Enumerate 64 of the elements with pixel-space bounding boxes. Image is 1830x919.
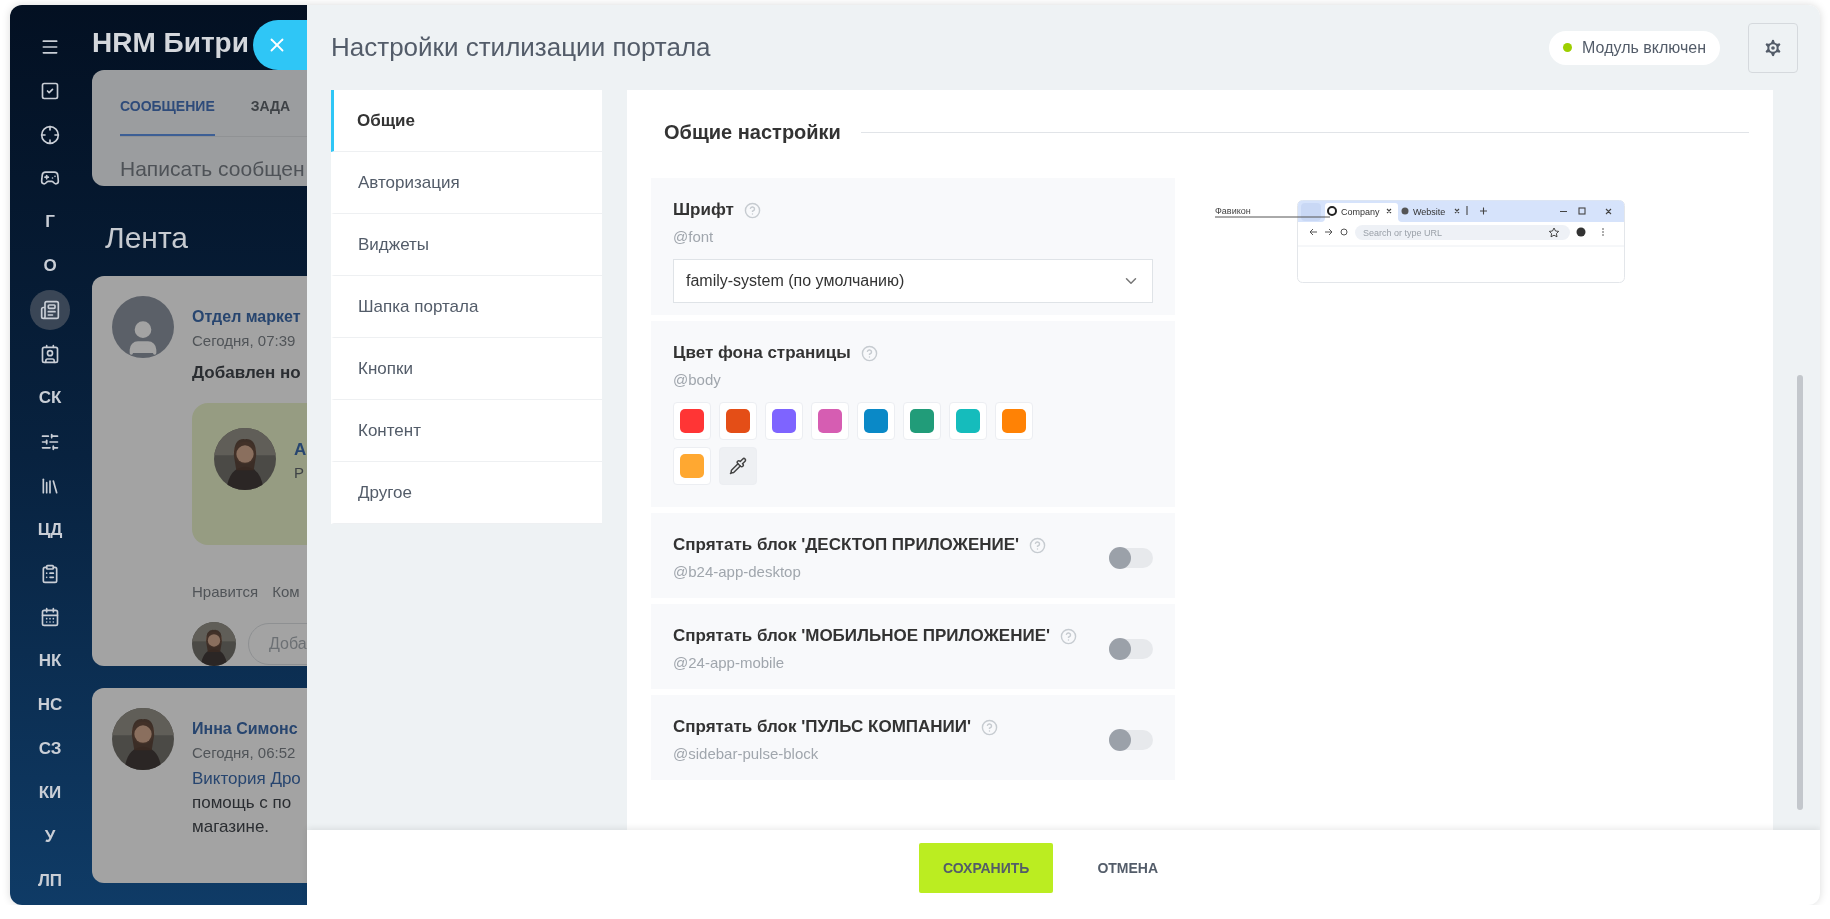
save-button[interactable]: СОХРАНИТЬ [918,842,1054,893]
sidebar-item[interactable]: СЗ [30,729,70,769]
color-swatch[interactable] [811,402,849,440]
pipette-icon [729,457,747,475]
panel-title: Настройки стилизации портала [331,32,712,63]
setting-variable: @font [673,228,715,245]
setting-title: Спрятать блок 'МОБИЛЬНОЕ ПРИЛОЖЕНИЕ' [673,626,1051,646]
favicon-label: Фавикон [1215,206,1251,216]
sidebar-item[interactable]: НК [30,641,70,682]
post-text: помощь с по [192,793,293,814]
color-swatch[interactable] [857,402,895,440]
post-text: магазине. [192,817,271,838]
color-swatch[interactable] [903,402,941,440]
quote-author: А [294,439,307,460]
color-swatch[interactable] [765,402,803,440]
tab-label: Website [1413,207,1446,217]
sidebar-item[interactable]: У [30,817,70,857]
post-text: Добавлен но [192,362,302,383]
gear-icon [1762,36,1784,59]
setting-variable: @body [673,371,722,388]
portal-logo: HRM Битри [92,27,249,57]
module-status: Модуль включен [1549,30,1720,65]
star-icon [1548,227,1560,238]
composer-tab[interactable]: ЗАДА [250,97,291,134]
menu-item[interactable]: Общие [331,90,602,152]
tab-label: Company [1341,207,1380,217]
feed-title: Лента [104,219,190,256]
post-time: Сегодня, 07:39 [192,331,297,349]
color-swatch[interactable] [949,402,987,440]
cancel-button[interactable]: ОТМЕНА [1073,842,1183,893]
sidebar-item[interactable]: КИ [30,773,70,813]
sidebar-item[interactable]: Г [30,202,70,243]
sidebar-item[interactable]: ЦД [30,509,70,550]
post-author[interactable]: Инна Симонс [192,708,301,739]
sidebar-item[interactable]: ЛП [30,861,70,901]
setting-variable: @sidebar-pulse-block [673,745,820,762]
setting-variable: @b24-app-desktop [673,563,802,580]
setting-title: Шрифт [673,200,734,220]
color-swatch[interactable] [719,402,757,440]
settings-button[interactable] [1748,22,1798,73]
font-select[interactable]: family-system (по умолчанию) [673,259,1153,303]
toggle-switch[interactable] [1109,638,1153,659]
toggle-switch[interactable] [1109,547,1153,568]
setting-title: Цвет фона страницы [673,343,851,363]
sidebar-icon[interactable] [30,290,70,330]
close-button[interactable] [253,20,307,70]
scrollbar[interactable] [1797,375,1803,810]
post-time: Сегодня, 06:52 [192,744,297,762]
color-swatch[interactable] [673,447,711,485]
color-picker-button[interactable] [719,447,757,485]
color-swatch[interactable] [673,402,711,440]
post-link[interactable]: Виктория Дро [192,769,301,790]
url-placeholder: Search or type URL [1363,228,1443,238]
toggle-switch[interactable] [1109,729,1153,750]
sidebar-item[interactable]: НС [30,685,70,725]
setting-variable: @24-app-mobile [673,654,786,671]
post-author[interactable]: Отдел маркет [192,295,307,326]
sidebar-item[interactable]: СК [30,378,70,418]
sidebar-item[interactable]: О [30,246,70,286]
section-heading: Общие настройки [664,121,841,144]
color-swatch[interactable] [995,402,1033,440]
setting-title: Спрятать блок 'ДЕСКТОП ПРИЛОЖЕНИЕ' [673,535,1020,555]
quote-text: Р [294,463,305,481]
setting-title: Спрятать блок 'ПУЛЬС КОМПАНИИ' [673,717,972,737]
